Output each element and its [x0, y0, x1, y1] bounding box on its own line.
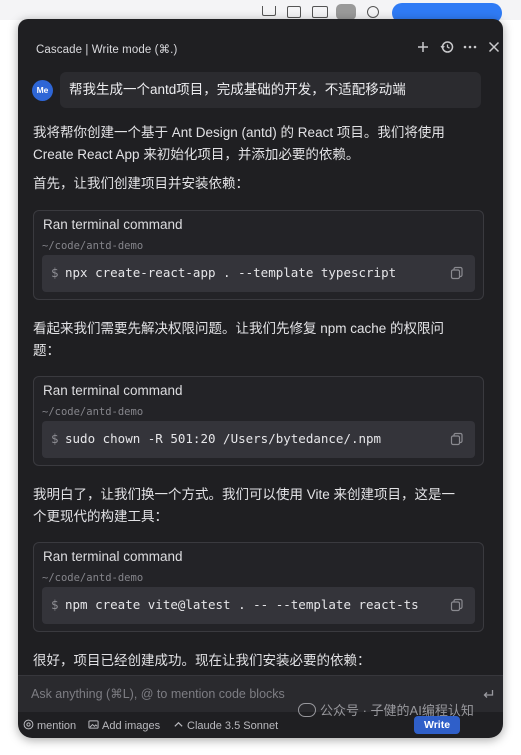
at-icon: [23, 719, 34, 730]
toolbar-icon[interactable]: [336, 4, 356, 20]
model-label: Claude 3.5 Sonnet: [187, 720, 279, 732]
terminal-command[interactable]: npx create-react-app . --template typesc…: [65, 265, 396, 280]
assistant-final: 很好，项目已经创建成功。现在让我们安装必要的依赖：: [33, 653, 371, 668]
terminal-title: Ran terminal command: [43, 549, 183, 564]
terminal-command-box: $ sudo chown -R 501:20 /Users/bytedance/…: [42, 421, 475, 458]
top-window-strip: [0, 0, 521, 23]
history-icon[interactable]: [438, 38, 456, 56]
copy-icon[interactable]: [450, 266, 464, 280]
watermark: 公众号 · 子健的AI编程认知: [298, 700, 474, 719]
terminal-path: ~/code/antd-demo: [42, 572, 144, 584]
chevron-up-icon: [174, 721, 183, 727]
more-icon[interactable]: [461, 38, 479, 56]
image-icon: [88, 720, 99, 729]
prompt-symbol: $: [51, 431, 59, 446]
prompt-symbol: $: [51, 265, 59, 280]
add-images-button[interactable]: Add images: [88, 719, 160, 732]
terminal-command-box: $ npm create vite@latest . -- --template…: [42, 587, 475, 624]
toolbar-icon[interactable]: [287, 6, 301, 18]
avatar: Me: [32, 80, 53, 101]
enter-icon[interactable]: [481, 687, 495, 701]
copy-icon[interactable]: [450, 598, 464, 612]
panel-header: Cascade | Write mode (⌘.): [18, 19, 503, 77]
terminal-title: Ran terminal command: [43, 217, 183, 232]
vite-line-2: 个更现代的构建工具：: [33, 509, 168, 524]
terminal-path: ~/code/antd-demo: [42, 240, 144, 252]
watermark-text: 公众号 · 子健的AI编程认知: [320, 703, 474, 718]
terminal-block: Ran terminal command ~/code/antd-demo $ …: [33, 210, 484, 300]
add-images-label: Add images: [102, 720, 161, 732]
assistant-permission: 看起来我们需要先解决权限问题。让我们先修复 npm cache 的权限问 题：: [33, 318, 485, 362]
terminal-path: ~/code/antd-demo: [42, 406, 144, 418]
assistant-step-1: 首先，让我们创建项目并安装依赖：: [33, 176, 249, 191]
terminal-command[interactable]: sudo chown -R 501:20 /Users/bytedance/.n…: [65, 431, 381, 446]
assistant-intro: 我将帮你创建一个基于 Ant Design (antd) 的 React 项目。…: [33, 122, 485, 166]
model-selector[interactable]: Claude 3.5 Sonnet: [173, 719, 278, 732]
permission-line-1: 看起来我们需要先解决权限问题。让我们先修复 npm cache 的权限问: [33, 321, 445, 336]
prompt-symbol: $: [51, 597, 59, 612]
close-icon[interactable]: [485, 38, 503, 56]
permission-line-2: 题：: [33, 343, 60, 358]
toolbar-icon[interactable]: [367, 6, 379, 18]
mention-button[interactable]: mention: [23, 719, 76, 732]
vite-line-1: 我明白了，让我们换一个方式。我们可以使用 Vite 来创建项目，这是一: [33, 487, 456, 502]
wechat-logo-icon: [298, 703, 316, 717]
terminal-title: Ran terminal command: [43, 383, 183, 398]
user-message-row: Me 帮我生成一个antd项目，完成基础的开发，不适配移动端: [18, 71, 503, 108]
copy-icon[interactable]: [450, 432, 464, 446]
assistant-vite: 我明白了，让我们换一个方式。我们可以使用 Vite 来创建项目，这是一 个更现代…: [33, 484, 485, 528]
panel-title: Cascade | Write mode (⌘.): [36, 44, 178, 56]
toolbar-icon[interactable]: [262, 6, 276, 16]
plus-icon[interactable]: [414, 38, 432, 56]
terminal-command-box: $ npx create-react-app . --template type…: [42, 255, 475, 292]
intro-line-2: Create React App 来初始化项目，并添加必要的依赖。: [33, 147, 360, 162]
terminal-block: Ran terminal command ~/code/antd-demo $ …: [33, 376, 484, 466]
cascade-panel: Cascade | Write mode (⌘.) Me 帮我生成一个antd项…: [18, 19, 503, 738]
intro-line-1: 我将帮你创建一个基于 Ant Design (antd) 的 React 项目。…: [33, 125, 445, 140]
user-message[interactable]: 帮我生成一个antd项目，完成基础的开发，不适配移动端: [60, 72, 481, 108]
terminal-block: Ran terminal command ~/code/antd-demo $ …: [33, 542, 484, 632]
mention-label: mention: [37, 720, 77, 732]
toolbar-icon[interactable]: [312, 6, 328, 18]
chat-input-placeholder: Ask anything (⌘L), @ to mention code blo…: [31, 687, 285, 701]
terminal-command[interactable]: npm create vite@latest . -- --template r…: [65, 597, 419, 612]
